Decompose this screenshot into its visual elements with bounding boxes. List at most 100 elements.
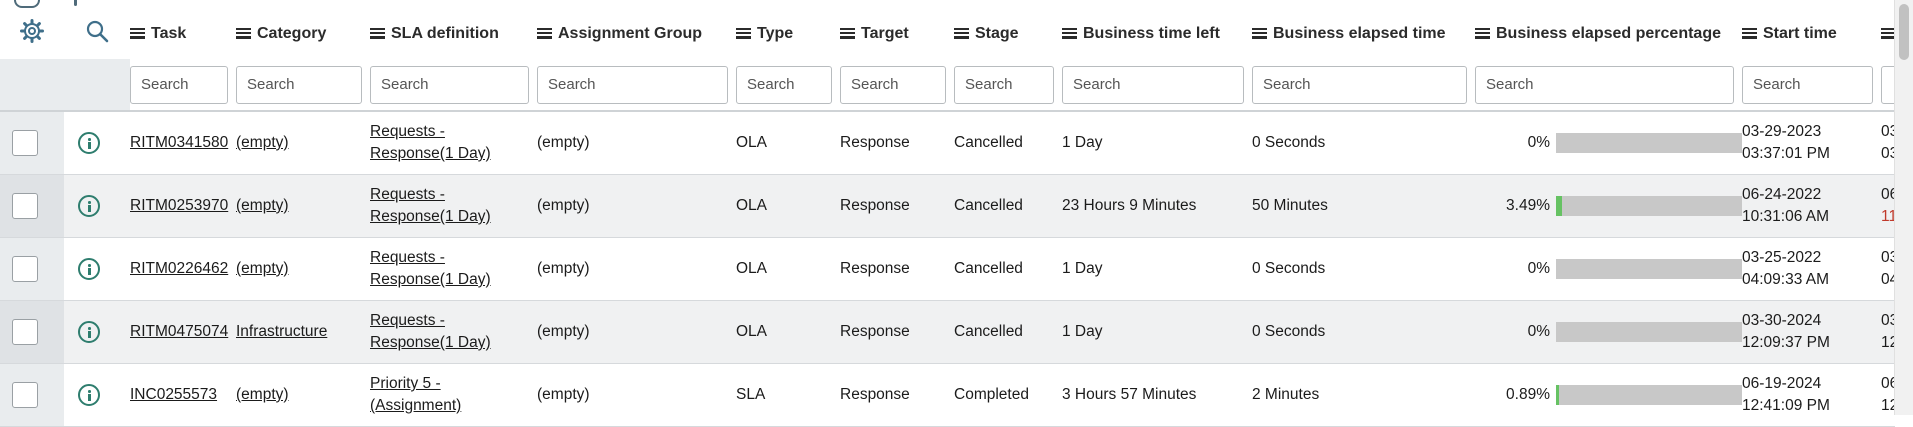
search-input-category[interactable]	[236, 65, 362, 104]
column-menu-icon[interactable]	[370, 27, 385, 39]
column-menu-icon[interactable]	[1062, 27, 1077, 39]
end-clock-partial: 11	[1881, 208, 1895, 225]
column-header-category[interactable]: Category	[236, 8, 370, 59]
cell-target: Response	[840, 174, 954, 238]
info-icon[interactable]	[78, 258, 100, 280]
column-header-business-time-left[interactable]: Business time left	[1062, 8, 1252, 59]
row-select-cell	[0, 111, 64, 175]
elapsed-percentage-value: 0%	[1527, 134, 1550, 151]
search-input-business-elapsed-time[interactable]	[1252, 65, 1467, 104]
start-date: 06-19-2024	[1742, 375, 1822, 392]
sla-definition-link[interactable]: Requests - Response(1 Day)	[370, 249, 491, 288]
row-checkbox[interactable]	[12, 382, 38, 408]
column-header-assignment-group[interactable]: Assignment Group	[537, 8, 736, 59]
sla-definition-link[interactable]: Priority 5 - (Assignment)	[370, 375, 461, 414]
search-input-start-time[interactable]	[1742, 65, 1873, 104]
end-clock-partial: 04	[1881, 271, 1895, 288]
row-checkbox[interactable]	[12, 256, 38, 282]
row-checkbox[interactable]	[12, 130, 38, 156]
info-icon[interactable]	[78, 321, 100, 343]
cell-sla-definition: Requests - Response(1 Day)	[370, 300, 537, 364]
cell-target: Response	[840, 237, 954, 301]
search-icon[interactable]	[85, 19, 109, 43]
column-header-sla-definition[interactable]: SLA definition	[370, 8, 537, 59]
cell-target: Response	[840, 111, 954, 175]
cell-business-elapsed-time: 0 Seconds	[1252, 300, 1475, 364]
column-header-task[interactable]: Task	[130, 8, 236, 59]
column-menu-icon[interactable]	[537, 27, 552, 39]
column-menu-icon[interactable]	[1252, 27, 1267, 39]
column-menu-icon[interactable]	[1475, 27, 1490, 39]
category-link[interactable]: (empty)	[236, 386, 289, 403]
table-row: RITM0475074 Infrastructure Requests - Re…	[0, 300, 1895, 364]
category-link[interactable]: (empty)	[236, 260, 289, 277]
row-select-cell	[0, 174, 64, 238]
search-cell-start-time	[1742, 59, 1881, 112]
cell-stage: Cancelled	[954, 300, 1062, 364]
task-link[interactable]: RITM0253970	[130, 197, 228, 214]
row-info-cell	[64, 111, 130, 175]
cell-type: SLA	[736, 363, 840, 427]
cell-category: (empty)	[236, 237, 370, 301]
search-row-spacer	[64, 59, 130, 112]
task-link[interactable]: RITM0475074	[130, 323, 228, 340]
column-header-target[interactable]: Target	[840, 8, 954, 59]
search-toggle-header[interactable]	[64, 8, 130, 59]
column-menu-icon[interactable]	[840, 27, 855, 39]
column-menu-icon[interactable]	[236, 27, 251, 39]
task-link[interactable]: RITM0226462	[130, 260, 228, 277]
scrollbar-thumb[interactable]	[1899, 4, 1909, 60]
category-link[interactable]: Infrastructure	[236, 323, 327, 340]
start-date: 03-25-2022	[1742, 249, 1822, 266]
start-clock: 10:31:06 AM	[1742, 208, 1830, 225]
cell-sla-definition: Priority 5 - (Assignment)	[370, 363, 537, 427]
column-menu-icon[interactable]	[1742, 27, 1757, 39]
column-header-business-elapsed-time[interactable]: Business elapsed time	[1252, 8, 1475, 59]
category-link[interactable]: (empty)	[236, 197, 289, 214]
column-header-business-elapsed-percentage[interactable]: Business elapsed percentage	[1475, 8, 1742, 59]
search-input-stage[interactable]	[954, 65, 1054, 104]
cell-task: INC0255573	[130, 363, 236, 427]
elapsed-percentage-value: 0%	[1527, 323, 1550, 340]
row-checkbox[interactable]	[12, 319, 38, 345]
info-icon[interactable]	[78, 132, 100, 154]
attachment-icon[interactable]	[74, 0, 77, 6]
search-input-assignment-group[interactable]	[537, 65, 728, 104]
info-icon[interactable]	[78, 195, 100, 217]
column-header-stage[interactable]: Stage	[954, 8, 1062, 59]
cell-type: OLA	[736, 300, 840, 364]
personalize-list-header[interactable]	[0, 8, 64, 59]
info-icon[interactable]	[78, 384, 100, 406]
column-menu-icon[interactable]	[736, 27, 751, 39]
vertical-scrollbar[interactable]	[1894, 0, 1913, 415]
search-input-target[interactable]	[840, 65, 946, 104]
column-header-start-time[interactable]: Start time	[1742, 8, 1881, 59]
task-link[interactable]: INC0255573	[130, 386, 217, 403]
search-input-sla-definition[interactable]	[370, 65, 529, 104]
search-input-type[interactable]	[736, 65, 832, 104]
row-checkbox[interactable]	[12, 193, 38, 219]
cell-stage: Cancelled	[954, 237, 1062, 301]
cell-business-time-left: 1 Day	[1062, 300, 1252, 364]
sla-definition-link[interactable]: Requests - Response(1 Day)	[370, 312, 491, 351]
sla-definition-link[interactable]: Requests - Response(1 Day)	[370, 186, 491, 225]
sla-definition-link[interactable]: Requests - Response(1 Day)	[370, 123, 491, 162]
column-header-type[interactable]: Type	[736, 8, 840, 59]
gear-icon[interactable]	[20, 19, 44, 43]
column-menu-icon[interactable]	[1881, 27, 1895, 39]
chat-icon[interactable]	[14, 0, 40, 8]
search-input-task[interactable]	[130, 65, 228, 104]
column-header-end-time[interactable]	[1881, 8, 1895, 59]
elapsed-progress-bar	[1556, 196, 1742, 216]
cell-business-time-left: 1 Day	[1062, 237, 1252, 301]
category-link[interactable]: (empty)	[236, 134, 289, 151]
search-input-business-elapsed-percentage[interactable]	[1475, 65, 1734, 104]
cell-task: RITM0226462	[130, 237, 236, 301]
task-link[interactable]: RITM0341580	[130, 134, 228, 151]
elapsed-percentage-value: 0%	[1527, 260, 1550, 277]
column-menu-icon[interactable]	[954, 27, 969, 39]
start-date: 03-30-2024	[1742, 312, 1822, 329]
search-input-business-time-left[interactable]	[1062, 65, 1244, 104]
column-menu-icon[interactable]	[130, 27, 145, 39]
start-clock: 12:41:09 PM	[1742, 397, 1830, 414]
